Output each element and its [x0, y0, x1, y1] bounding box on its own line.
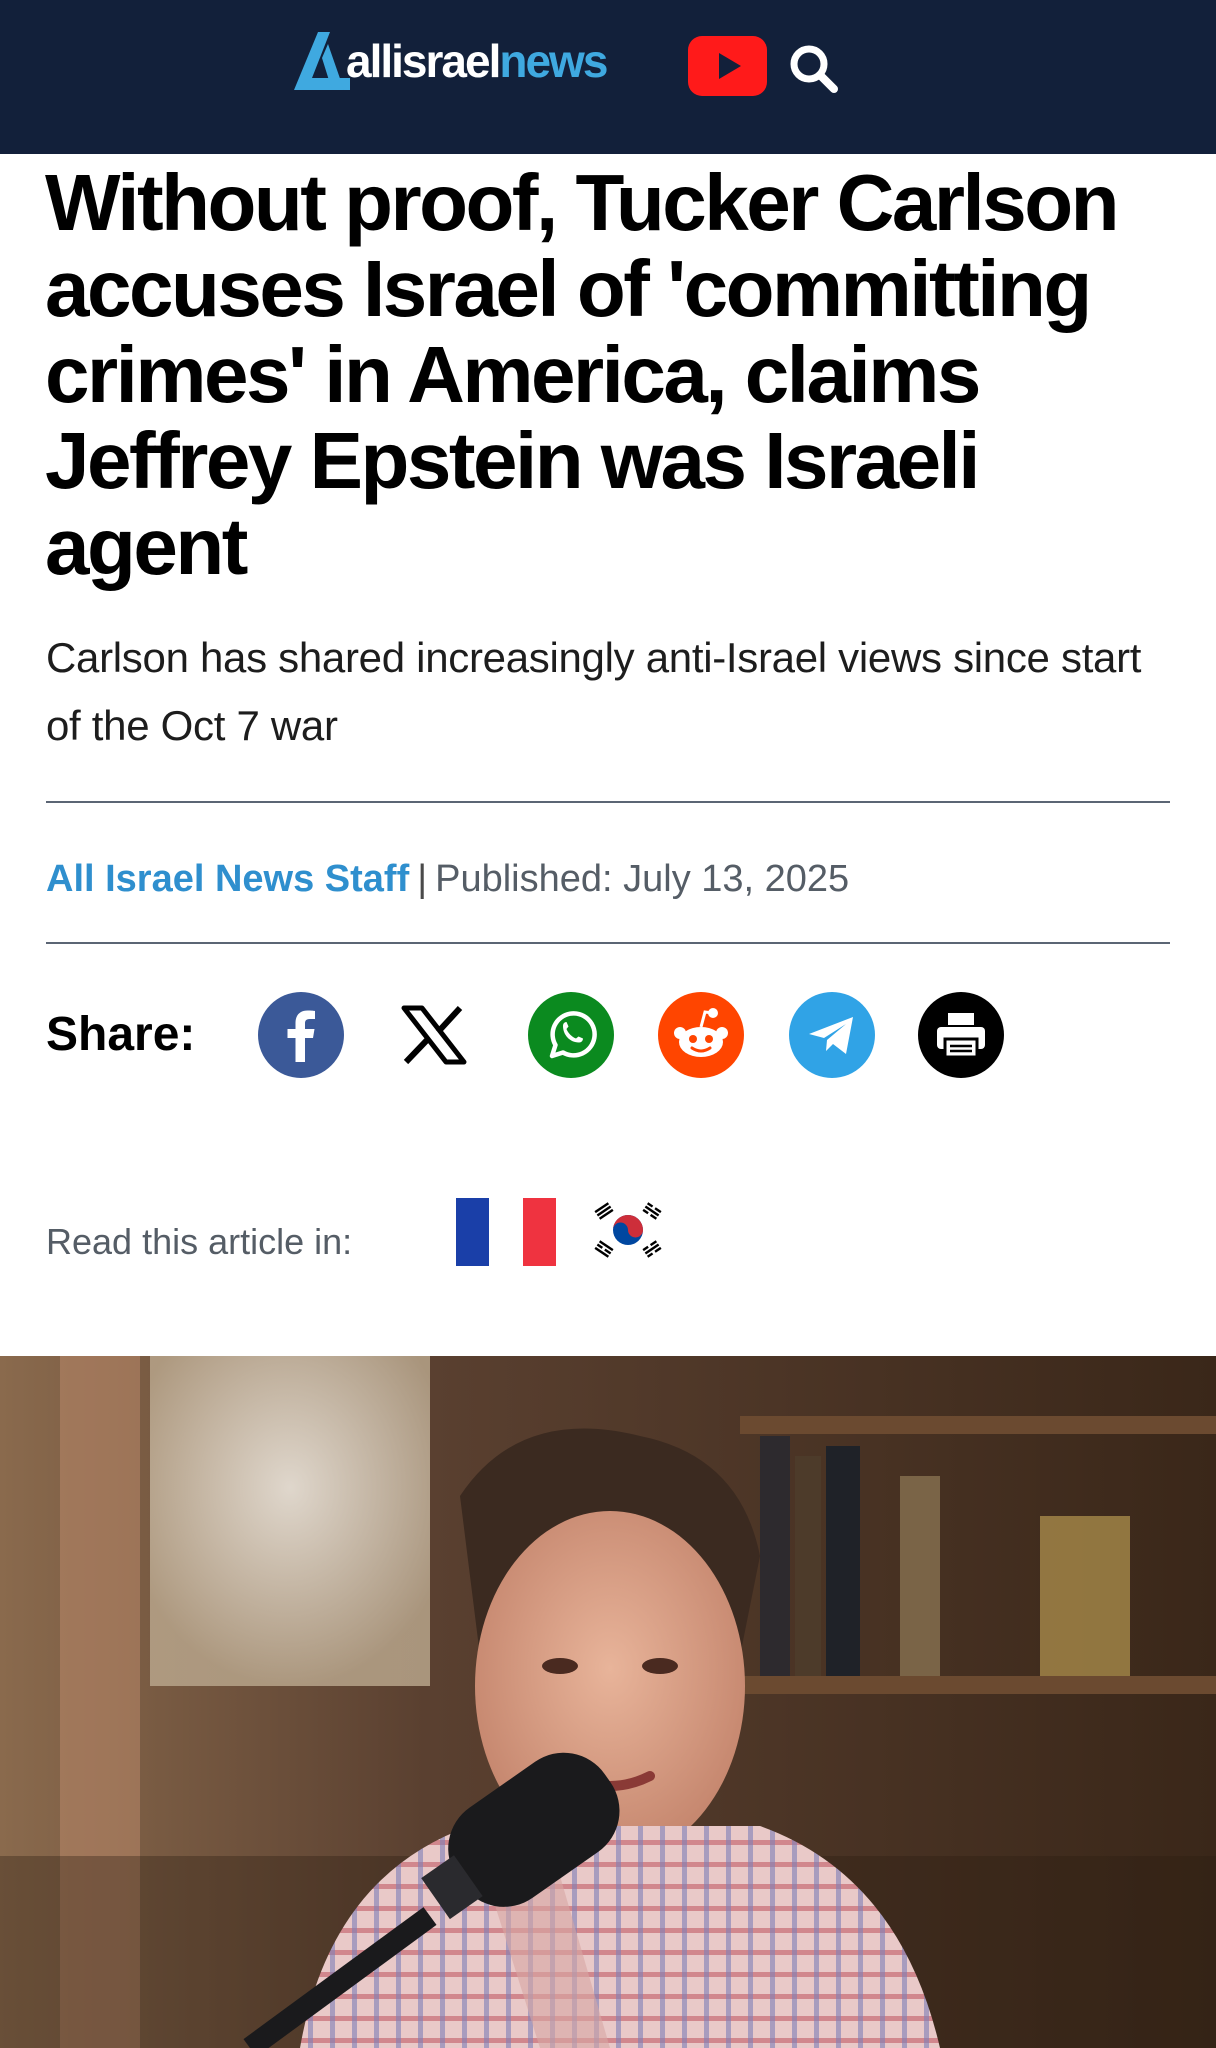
share-facebook-button[interactable]: [258, 992, 344, 1078]
author-link[interactable]: All Israel News Staff: [46, 858, 409, 900]
logo-wordmark: allisraelnews: [346, 35, 608, 87]
whatsapp-icon: [549, 1011, 597, 1059]
reddit-icon: [674, 1008, 728, 1057]
youtube-icon[interactable]: [688, 36, 767, 96]
share-label: Share:: [46, 1008, 196, 1061]
divider-bottom: [46, 942, 1170, 944]
logo-text-part2: news: [499, 35, 608, 87]
share-x-button[interactable]: [390, 992, 476, 1078]
telegram-icon: [809, 1017, 853, 1054]
site-logo[interactable]: allisraelnews: [292, 26, 608, 96]
divider-top: [46, 801, 1170, 803]
facebook-icon: [287, 1010, 315, 1062]
france-flag-icon[interactable]: [456, 1198, 556, 1266]
publish-date: Published: July 13, 2025: [435, 858, 850, 900]
share-print-button[interactable]: [918, 992, 1004, 1078]
logo-text-part1: allisrael: [346, 35, 501, 87]
read-in-label: Read this article in:: [46, 1221, 353, 1262]
search-icon[interactable]: [786, 40, 842, 96]
print-icon: [937, 1013, 985, 1059]
south-korea-flag-icon[interactable]: [590, 1198, 666, 1262]
logo-mark-icon: [294, 32, 350, 90]
article-headline: Without proof, Tucker Carlson accuses Is…: [45, 158, 1119, 591]
site-header: allisraelnews: [0, 0, 1216, 154]
share-whatsapp-button[interactable]: [528, 992, 614, 1078]
byline-separator: |: [417, 858, 428, 900]
article-photo[interactable]: [0, 1356, 1216, 2048]
x-icon: [401, 1005, 467, 1065]
byline: All Israel News Staff | Published: July 13…: [46, 852, 849, 906]
article-subheadline: Carlson has shared increasingly anti-Isr…: [46, 634, 1142, 749]
article-photo-illustration: [0, 1356, 1216, 2048]
share-telegram-button[interactable]: [789, 992, 875, 1078]
share-reddit-button[interactable]: [658, 992, 744, 1078]
